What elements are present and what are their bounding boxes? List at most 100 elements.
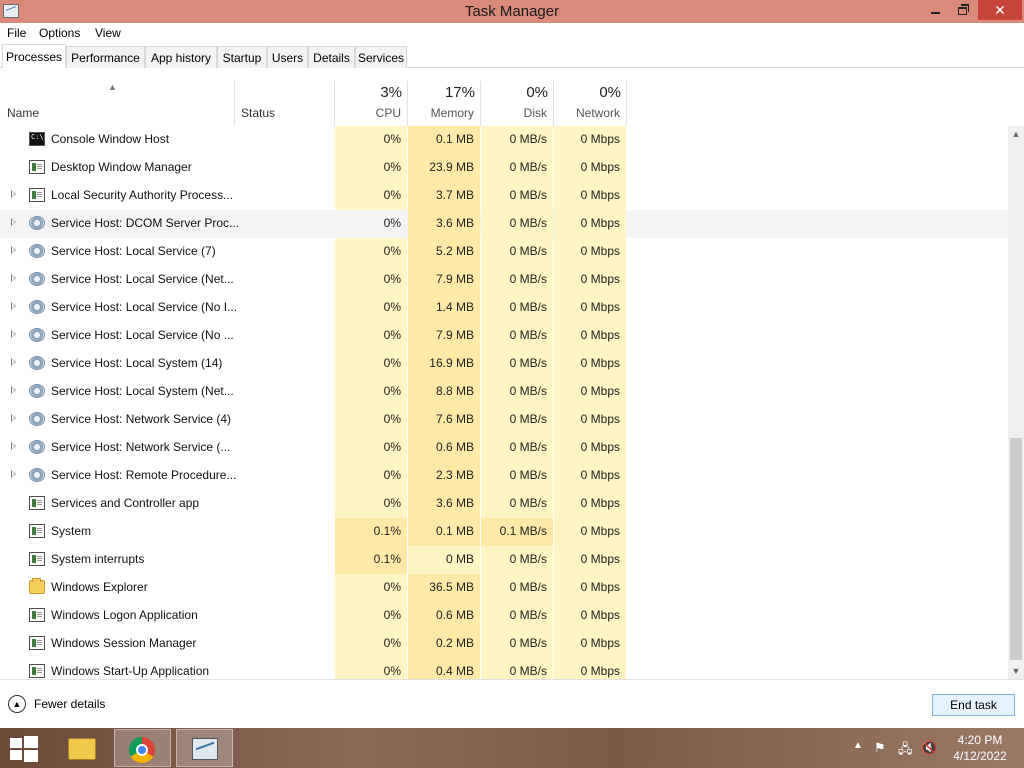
- process-memory-value: 3.6 MB: [408, 210, 480, 238]
- tab-performance[interactable]: Performance: [66, 46, 145, 68]
- column-divider[interactable]: [626, 81, 627, 126]
- expand-chevron-icon[interactable]: [11, 358, 16, 366]
- expand-chevron-icon[interactable]: [11, 442, 16, 450]
- process-memory-value: 16.9 MB: [408, 350, 480, 378]
- table-row[interactable]: Service Host: Network Service (... 0% 0.6 …: [0, 434, 1008, 462]
- process-cpu-value: 0%: [335, 378, 407, 406]
- scroll-down-icon[interactable]: ▼: [1008, 663, 1024, 679]
- table-row[interactable]: Service Host: Local Service (No I... 0% 1.…: [0, 294, 1008, 322]
- explorer-icon: [29, 578, 45, 594]
- column-status[interactable]: Status: [241, 106, 275, 120]
- table-row[interactable]: Local Security Authority Process... 0% 3.7…: [0, 182, 1008, 210]
- expand-chevron-icon[interactable]: [11, 330, 16, 338]
- taskbar-task-manager[interactable]: [176, 729, 233, 767]
- show-hidden-icons-icon[interactable]: ▲: [853, 740, 863, 751]
- column-network[interactable]: Network: [554, 106, 620, 120]
- table-row[interactable]: Service Host: Remote Procedure... 0% 2.3 M…: [0, 462, 1008, 490]
- column-name[interactable]: Name: [7, 106, 39, 120]
- process-cpu-value: 0%: [335, 210, 407, 238]
- taskbar-file-explorer[interactable]: [52, 729, 109, 767]
- minimize-button[interactable]: [920, 0, 950, 20]
- close-button[interactable]: ✕: [978, 0, 1022, 20]
- table-row[interactable]: Service Host: Local Service (7) 0% 5.2 MB 0…: [0, 238, 1008, 266]
- process-cpu-value: 0%: [335, 322, 407, 350]
- app-icon: [29, 188, 45, 202]
- app-icon: [29, 552, 45, 566]
- process-disk-value: 0 MB/s: [481, 266, 553, 294]
- chevron-up-icon[interactable]: ▲: [8, 695, 26, 713]
- process-cpu-value: 0%: [335, 182, 407, 210]
- table-row[interactable]: Service Host: Local System (14) 0% 16.9 MB…: [0, 350, 1008, 378]
- column-header: ▲ Name Status 3% CPU 17% Memory 0% Disk …: [0, 68, 1024, 126]
- table-row[interactable]: Service Host: Local Service (No ... 0% 7.9…: [0, 322, 1008, 350]
- table-row[interactable]: Services and Controller app 0% 3.6 MB 0 MB/…: [0, 490, 1008, 518]
- gear-icon: [29, 384, 45, 398]
- taskbar-chrome[interactable]: [114, 729, 171, 767]
- app-icon: [29, 496, 45, 510]
- expand-chevron-icon[interactable]: [11, 218, 16, 226]
- table-row[interactable]: Service Host: Local Service (Net... 0% 7.9…: [0, 266, 1008, 294]
- tab-details[interactable]: Details: [308, 46, 355, 68]
- process-network-value: 0 Mbps: [554, 602, 626, 630]
- table-row[interactable]: Windows Start-Up Application 0% 0.4 MB 0 MB…: [0, 658, 1008, 679]
- process-cpu-value: 0%: [335, 574, 407, 602]
- clock-date: 4/12/2022: [953, 749, 1007, 763]
- clock-time: 4:20 PM: [957, 733, 1003, 747]
- process-memory-value: 0.6 MB: [408, 434, 480, 462]
- tab-startup[interactable]: Startup: [217, 46, 267, 68]
- tab-users[interactable]: Users: [267, 46, 308, 68]
- expand-chevron-icon[interactable]: [11, 274, 16, 282]
- table-row[interactable]: Service Host: Local System (Net... 0% 8.8 …: [0, 378, 1008, 406]
- process-cpu-value: 0%: [335, 350, 407, 378]
- menu-options[interactable]: Options: [39, 26, 80, 40]
- tab-app-history[interactable]: App history: [145, 46, 217, 68]
- end-task-button[interactable]: End task: [932, 694, 1015, 716]
- process-memory-value: 0.1 MB: [408, 126, 480, 154]
- table-row[interactable]: Desktop Window Manager 0% 23.9 MB 0 MB/s 0 M…: [0, 154, 1008, 182]
- menu-view[interactable]: View: [95, 26, 121, 40]
- table-row[interactable]: Windows Session Manager 0% 0.2 MB 0 MB/s 0 M…: [0, 630, 1008, 658]
- action-center-flag-icon[interactable]: ⚑: [874, 740, 886, 756]
- process-network-value: 0 Mbps: [554, 630, 626, 658]
- scroll-up-icon[interactable]: ▲: [1008, 126, 1024, 142]
- table-row[interactable]: Console Window Host 0%0.1 MB0 MB/s0 Mbps: [0, 126, 1008, 154]
- process-memory-value: 0.1 MB: [408, 518, 480, 546]
- process-network-value: 0 Mbps: [554, 210, 626, 238]
- column-disk[interactable]: Disk: [481, 106, 547, 120]
- process-name: Windows Explorer: [51, 580, 148, 594]
- tab-processes[interactable]: Processes: [2, 44, 66, 69]
- process-memory-value: 0.2 MB: [408, 630, 480, 658]
- expand-chevron-icon[interactable]: [11, 386, 16, 394]
- expand-chevron-icon[interactable]: [11, 246, 16, 254]
- process-name: Service Host: Local Service (No ...: [51, 328, 234, 342]
- table-row[interactable]: System 0.1% 0.1 MB 0.1 MB/s 0 Mbps: [0, 518, 1008, 546]
- expand-chevron-icon[interactable]: [11, 190, 16, 198]
- tab-services[interactable]: Services: [355, 46, 407, 68]
- vertical-scrollbar[interactable]: ▲ ▼: [1008, 126, 1024, 679]
- system-clock[interactable]: 4:20 PM 4/12/2022: [948, 732, 1012, 764]
- table-row[interactable]: System interrupts 0.1% 0 MB 0 MB/s 0 Mbps: [0, 546, 1008, 574]
- process-cpu-value: 0%: [335, 238, 407, 266]
- expand-chevron-icon[interactable]: [11, 470, 16, 478]
- process-cpu-value: 0%: [335, 294, 407, 322]
- table-row[interactable]: Service Host: Network Service (4) 0% 7.6 M…: [0, 406, 1008, 434]
- menu-file[interactable]: File: [7, 26, 26, 40]
- expand-chevron-icon[interactable]: [11, 414, 16, 422]
- table-row[interactable]: Windows Explorer 0% 36.5 MB 0 MB/s 0 Mbps: [0, 574, 1008, 602]
- restore-button[interactable]: [947, 0, 977, 20]
- column-cpu[interactable]: CPU: [335, 106, 401, 120]
- scrollbar-thumb[interactable]: [1010, 438, 1022, 660]
- table-row[interactable]: Windows Logon Application 0% 0.6 MB 0 MB/s 0…: [0, 602, 1008, 630]
- volume-muted-icon[interactable]: 🔇: [921, 740, 937, 756]
- table-row[interactable]: Service Host: DCOM Server Proc... 0% 3.6 M…: [0, 210, 1008, 238]
- process-name: Service Host: Network Service (4): [51, 412, 232, 426]
- process-memory-value: 7.9 MB: [408, 322, 480, 350]
- column-divider[interactable]: [234, 81, 235, 126]
- expand-chevron-icon[interactable]: [11, 302, 16, 310]
- start-button[interactable]: [10, 736, 38, 762]
- process-name: Service Host: Local System (Net...: [51, 384, 234, 398]
- column-memory[interactable]: Memory: [408, 106, 474, 120]
- disk-total: 0%: [526, 84, 548, 101]
- fewer-details-link[interactable]: Fewer details: [34, 697, 105, 711]
- network-icon[interactable]: 🖧: [898, 740, 913, 762]
